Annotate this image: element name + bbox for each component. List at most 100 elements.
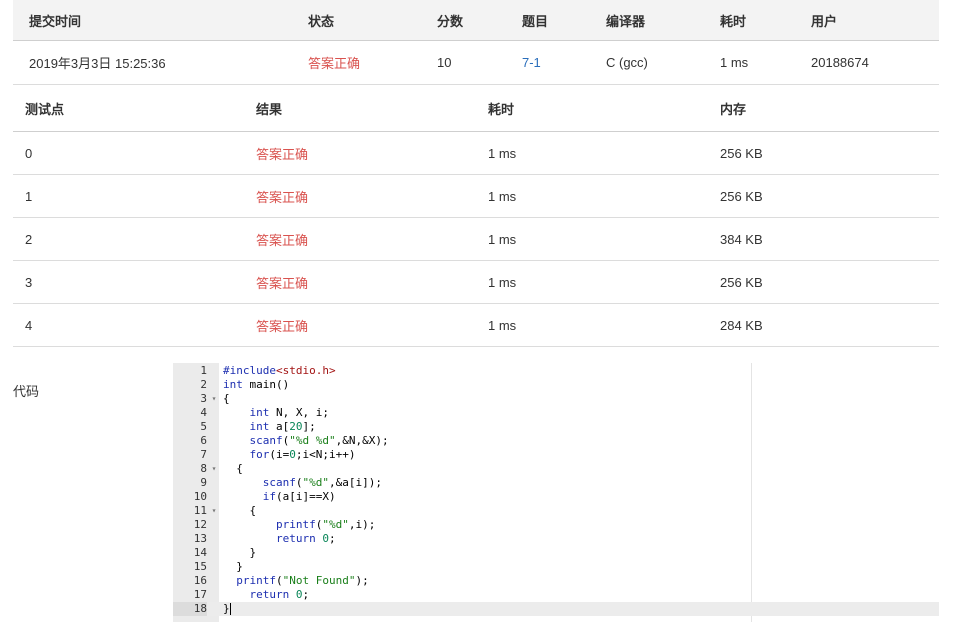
code-line: 5 int a[20]; [173, 420, 939, 434]
line-number: 18 [173, 602, 207, 616]
test-memory: 384 KB [720, 231, 763, 247]
line-number: 11 [193, 504, 207, 517]
line-number: 8 [200, 462, 207, 475]
table-row: 2 答案正确 1 ms 384 KB [13, 218, 939, 261]
text-cursor [229, 603, 231, 615]
header-status: 状态 [308, 13, 335, 29]
line-number: 7 [200, 448, 207, 461]
table-row: 0 答案正确 1 ms 256 KB [13, 132, 939, 175]
score-value: 10 [437, 55, 452, 70]
code-line: 12 printf("%d",i); [173, 518, 939, 532]
code-text: int N, X, i; [249, 406, 329, 419]
code-text: { [223, 392, 230, 405]
triangle-down-icon[interactable]: ▾ [209, 462, 219, 476]
triangle-down-icon[interactable]: ▾ [209, 504, 219, 518]
code-text: scanf("%d",&a[i]); [262, 476, 382, 489]
test-point-id: 0 [25, 145, 33, 161]
code-text: printf("%d",i); [275, 518, 376, 531]
code-line: 15 } [173, 560, 939, 574]
header-score: 分数 [437, 13, 464, 29]
line-number: 14 [193, 546, 207, 559]
line-number: 13 [193, 532, 207, 545]
code-line: 4 int N, X, i; [173, 406, 939, 420]
code-line: 11 ▾ { [173, 504, 939, 518]
test-result: 答案正确 [256, 146, 309, 162]
code-line: 1 #include<stdio.h> [173, 364, 939, 378]
code-label: 代码 [13, 384, 40, 399]
header-submit-time: 提交时间 [29, 13, 82, 29]
code-line: 13 return 0; [173, 532, 939, 546]
time-value: 1 ms [720, 55, 749, 70]
header-time: 耗时 [720, 13, 747, 29]
test-memory: 284 KB [720, 317, 763, 333]
test-point-id: 1 [25, 188, 33, 204]
test-time: 1 ms [488, 274, 517, 290]
code-line: 14 } [173, 546, 939, 560]
line-number: 15 [193, 560, 207, 573]
test-result: 答案正确 [256, 275, 309, 291]
test-time: 1 ms [488, 231, 517, 247]
line-number: 6 [200, 434, 207, 447]
code-text: return 0; [275, 532, 336, 545]
code-line: 16 printf("Not Found"); [173, 574, 939, 588]
header-compiler: 编译器 [606, 13, 646, 29]
code-line: 10 if(a[i]==X) [173, 490, 939, 504]
line-number: 17 [193, 588, 207, 601]
header-result: 结果 [256, 101, 283, 117]
code-text: return 0; [249, 588, 310, 601]
line-number: 9 [200, 476, 207, 489]
line-number: 1 [200, 364, 207, 377]
table-row: 4 答案正确 1 ms 284 KB [13, 304, 939, 347]
code-line: 7 for(i=0;i<N;i++) [173, 448, 939, 462]
summary-header-row: 提交时间 状态 分数 题目 编译器 耗时 用户 [13, 0, 939, 41]
code-text: int a[20]; [249, 420, 316, 433]
line-number: 5 [200, 420, 207, 433]
code-editor[interactable]: 1 #include<stdio.h> 2 int main() 3 ▾{4 int N,… [173, 363, 939, 622]
code-text: } [223, 546, 257, 559]
line-number: 3 [200, 392, 207, 405]
test-cases-table: 测试点 结果 耗时 内存 0 答案正确 1 ms 256 KB 1 答案正确 1 ms 256… [13, 85, 939, 347]
header-user: 用户 [811, 13, 838, 29]
header-test-point: 测试点 [25, 101, 65, 117]
status-badge: 答案正确 [308, 56, 361, 71]
test-time: 1 ms [488, 317, 517, 333]
submit-time: 2019年3月3日 15:25:36 [29, 56, 166, 71]
header-problem: 题目 [522, 13, 549, 29]
line-number: 10 [193, 490, 207, 503]
code-line: 17 return 0; [173, 588, 939, 602]
triangle-down-icon[interactable]: ▾ [209, 392, 219, 406]
problem-link[interactable]: 7-1 [522, 41, 541, 84]
header-test-time: 耗时 [488, 101, 515, 117]
code-line: 8 ▾ { [173, 462, 939, 476]
code-text: } [223, 560, 243, 573]
line-number: 4 [200, 406, 207, 419]
code-line: 9 scanf("%d",&a[i]); [173, 476, 939, 490]
test-memory: 256 KB [720, 145, 763, 161]
test-point-id: 4 [25, 317, 33, 333]
test-memory: 256 KB [720, 188, 763, 204]
test-result: 答案正确 [256, 232, 309, 248]
summary-row: 2019年3月3日 15:25:36 答案正确 10 7-1 C (gcc) 1… [13, 41, 939, 85]
code-text: } [223, 602, 231, 615]
code-text: { [223, 504, 257, 517]
table-row: 3 答案正确 1 ms 256 KB [13, 261, 939, 304]
code-text: if(a[i]==X) [262, 490, 336, 503]
code-line: 3 ▾ { [173, 392, 939, 406]
code-text: int main() [223, 378, 290, 391]
line-number: 12 [193, 518, 207, 531]
test-time: 1 ms [488, 145, 517, 161]
line-number: 2 [200, 378, 207, 391]
code-line: 6 scanf("%d %d",&N,&X); [173, 434, 939, 448]
test-result: 答案正确 [256, 189, 309, 205]
header-memory: 内存 [720, 101, 747, 117]
user-value: 20188674 [811, 55, 869, 70]
test-result: 答案正确 [256, 318, 309, 334]
test-memory: 256 KB [720, 274, 763, 290]
code-line: 2 int main() [173, 378, 939, 392]
code-text: printf("Not Found"); [236, 574, 369, 587]
test-cases-header-row: 测试点 结果 耗时 内存 [13, 85, 939, 132]
test-point-id: 3 [25, 274, 33, 290]
line-number: 16 [193, 574, 207, 587]
table-row: 1 答案正确 1 ms 256 KB [13, 175, 939, 218]
code-text: for(i=0;i<N;i++) [249, 448, 356, 461]
